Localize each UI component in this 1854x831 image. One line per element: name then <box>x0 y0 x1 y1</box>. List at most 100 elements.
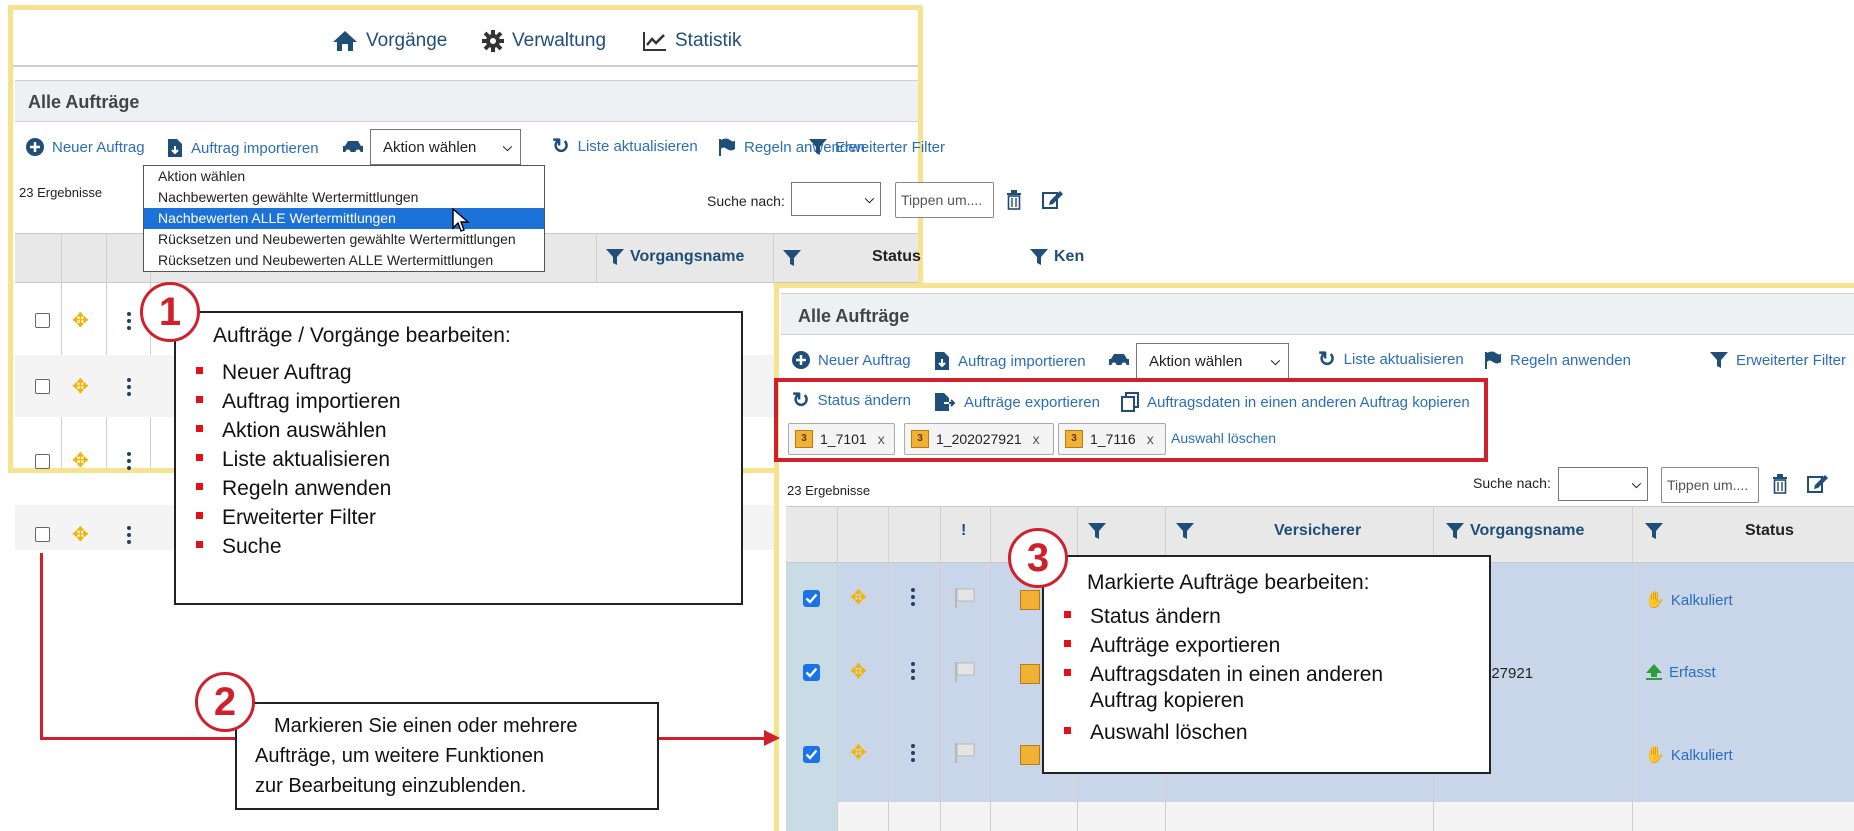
row-checkbox[interactable] <box>35 527 50 542</box>
move-icon[interactable]: ✥ <box>850 743 867 763</box>
callout-item: Erweiterter Filter <box>176 503 401 532</box>
filter-icon[interactable] <box>783 249 801 267</box>
col-header-status[interactable]: Status <box>872 248 921 266</box>
col-header-ken[interactable]: Ken <box>1030 248 1084 266</box>
more-icon[interactable] <box>127 526 131 547</box>
connector-line <box>40 553 43 740</box>
move-icon[interactable]: ✥ <box>72 525 89 545</box>
more-icon[interactable] <box>911 588 915 609</box>
filter-icon <box>1030 249 1048 265</box>
upload-arrow-icon <box>1646 664 1662 680</box>
row-checkbox[interactable] <box>35 454 50 469</box>
calendar-icon: 3 <box>1065 430 1083 448</box>
flag-outline-icon[interactable] <box>954 661 976 683</box>
callout-title: Aufträge / Vorgänge bearbeiten: <box>213 324 511 347</box>
copy-order-data-button[interactable]: Auftragsdaten in einen anderen Auftrag k… <box>1121 392 1470 412</box>
callout-item: Status ändern <box>1044 602 1383 631</box>
new-order-button[interactable]: Neuer Auftrag <box>792 351 911 369</box>
selection-chip[interactable]: 3 1_202027921 x <box>904 423 1054 455</box>
import-order-button[interactable]: Auftrag importieren <box>934 351 1086 371</box>
row-checkbox-checked[interactable] <box>803 664 820 681</box>
change-status-button[interactable]: ↻ Status ändern <box>792 388 911 412</box>
callout-title: Markierte Aufträge bearbeiten: <box>1087 571 1370 594</box>
edit-icon[interactable] <box>1042 189 1064 209</box>
calendar-icon <box>1020 664 1040 684</box>
filter-icon[interactable] <box>1645 522 1663 540</box>
move-icon[interactable]: ✥ <box>72 377 89 397</box>
search-label: Suche nach: <box>1473 475 1551 491</box>
move-icon[interactable]: ✥ <box>72 451 89 471</box>
apply-rules-button[interactable]: Regeln anwenden <box>1484 351 1631 369</box>
search-input[interactable]: Tippen um.... <box>1661 467 1759 503</box>
more-icon[interactable] <box>127 312 131 333</box>
action-dropdown-menu[interactable]: Aktion wählen Nachbewerten gewählte Wert… <box>143 165 545 272</box>
close-icon[interactable]: x <box>1033 431 1040 447</box>
filter-icon[interactable] <box>1088 522 1106 540</box>
col-header-vorgangsname[interactable]: Vorgangsname <box>606 248 744 266</box>
col-header-status[interactable]: Status <box>1745 522 1794 540</box>
import-order-button[interactable]: Auftrag importieren <box>167 138 319 158</box>
col-header-vorgangsname[interactable]: Vorgangsname <box>1446 522 1584 540</box>
export-orders-button[interactable]: Aufträge exportieren <box>934 392 1100 412</box>
filter-icon <box>808 139 827 155</box>
row-checkbox-checked[interactable] <box>803 590 820 607</box>
calendar-icon <box>1020 590 1040 610</box>
refresh-icon: ↻ <box>792 388 810 412</box>
new-order-button[interactable]: Neuer Auftrag <box>26 138 145 156</box>
status-cell[interactable]: Erfasst <box>1645 663 1716 681</box>
dropdown-option[interactable]: Aktion wählen <box>144 166 544 187</box>
row-checkbox-checked[interactable] <box>803 746 820 763</box>
status-cell[interactable]: ✋ Kalkuliert <box>1645 745 1733 765</box>
refresh-list-button[interactable]: ↻ Liste aktualisieren <box>1318 349 1464 370</box>
dropdown-option[interactable]: Nachbewerten gewählte Wertermittlungen <box>144 187 544 208</box>
car-icon[interactable] <box>1108 352 1130 368</box>
status-cell[interactable]: ✋ Kalkuliert <box>1645 590 1733 610</box>
clear-selection-link[interactable]: Auswahl löschen <box>1171 430 1276 446</box>
callout-line: Markieren Sie einen oder mehrere <box>274 715 578 737</box>
col-header-versicherer[interactable]: Versicherer <box>1176 522 1361 540</box>
more-icon[interactable] <box>127 452 131 473</box>
dropdown-option[interactable]: Rücksetzen und Neubewerten gewählte Wert… <box>144 229 544 250</box>
nav-statistik[interactable]: Statistik <box>643 30 742 52</box>
action-select[interactable]: Aktion wählen ⌵ <box>370 129 521 165</box>
callout-number-1: 1 <box>140 282 200 342</box>
search-field-select[interactable]: ⌵ <box>791 182 881 216</box>
close-icon[interactable]: x <box>878 431 885 447</box>
callout-number-2: 2 <box>195 672 255 732</box>
dropdown-option[interactable]: Rücksetzen und Neubewerten ALLE Wertermi… <box>144 250 544 271</box>
action-select[interactable]: Aktion wählen ⌵ <box>1136 343 1289 379</box>
selection-chip[interactable]: 3 1_7101 x <box>788 423 895 455</box>
row-checkbox[interactable] <box>35 313 50 328</box>
calendar-icon: 3 <box>795 430 813 448</box>
row-checkbox[interactable] <box>35 379 50 394</box>
flag-outline-icon[interactable] <box>954 742 976 764</box>
car-icon[interactable] <box>342 139 364 155</box>
callout-line: zur Bearbeitung einzublenden. <box>255 775 527 797</box>
filter-icon <box>606 249 624 265</box>
selection-chip[interactable]: 3 1_7116 x <box>1058 423 1166 455</box>
dropdown-option-selected[interactable]: Nachbewerten ALLE Wertermittlungen <box>144 208 544 229</box>
extended-filter-button[interactable]: Erweiterter Filter <box>808 138 945 156</box>
filter-icon <box>1446 523 1464 539</box>
nav-verwaltung[interactable]: Verwaltung <box>482 30 606 52</box>
search-input[interactable]: Tippen um.... <box>895 182 994 218</box>
more-icon[interactable] <box>911 662 915 683</box>
trash-icon[interactable] <box>1006 190 1022 210</box>
extended-filter-button[interactable]: Erweiterter Filter <box>1710 351 1846 369</box>
search-field-select[interactable]: ⌵ <box>1558 467 1648 501</box>
trash-icon[interactable] <box>1772 474 1788 494</box>
move-icon[interactable]: ✥ <box>850 662 867 682</box>
col-header-priority[interactable]: ! <box>961 522 966 540</box>
callout-item: Neuer Auftrag <box>176 358 401 387</box>
more-icon[interactable] <box>127 378 131 399</box>
close-icon[interactable]: x <box>1147 431 1154 447</box>
more-icon[interactable] <box>911 744 915 765</box>
move-icon[interactable]: ✥ <box>72 311 89 331</box>
edit-icon[interactable] <box>1807 473 1829 493</box>
refresh-list-button[interactable]: ↻ Liste aktualisieren <box>552 136 698 157</box>
nav-vorgaenge[interactable]: Vorgänge <box>332 30 447 52</box>
callout-item: Regeln anwenden <box>176 474 401 503</box>
move-icon[interactable]: ✥ <box>850 588 867 608</box>
flag-outline-icon[interactable] <box>954 587 976 609</box>
home-icon <box>333 31 357 51</box>
